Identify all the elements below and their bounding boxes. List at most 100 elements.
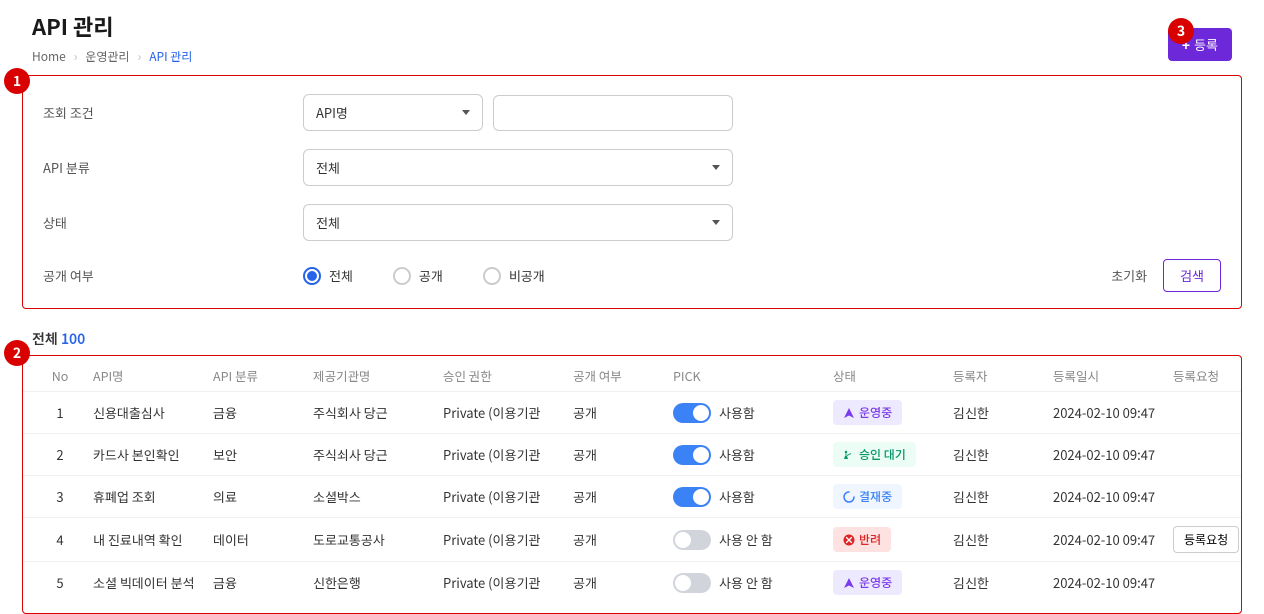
table-row: 5소셜 빅데이터 분석금융신한은행Private (이용기관공개사용 안 함운영… — [23, 561, 1241, 603]
cell-regdate: 2024-02-10 09:47 — [1053, 573, 1173, 592]
label-visibility: 공개 여부 — [43, 266, 303, 285]
condition-input[interactable] — [493, 95, 733, 131]
cell-status: 승인 대기 — [833, 442, 953, 467]
cell-name: 카드사 본인확인 — [93, 445, 213, 464]
cell-regdate: 2024-02-10 09:47 — [1053, 445, 1173, 464]
cell-status: 운영중 — [833, 570, 953, 595]
cell-permission: Private (이용기관 — [443, 487, 573, 506]
radio-icon — [483, 267, 501, 285]
breadcrumb-home[interactable]: Home — [32, 48, 66, 65]
cell-no: 3 — [33, 487, 93, 506]
pick-toggle[interactable] — [673, 573, 711, 593]
cell-regdate: 2024-02-10 09:47 — [1053, 530, 1173, 549]
register-request-button[interactable]: 등록요청 — [1173, 526, 1239, 553]
status-text: 운영중 — [859, 404, 892, 421]
cell-provider: 주식쇠사 당근 — [313, 445, 443, 464]
cell-registrant: 김신한 — [953, 403, 1053, 422]
status-badge: 운영중 — [833, 570, 902, 595]
cell-pick: 사용함 — [673, 403, 833, 423]
cell-category: 금융 — [213, 573, 313, 592]
pick-label: 사용함 — [719, 445, 755, 464]
cell-status: 결재중 — [833, 484, 953, 509]
cell-name: 소셜 빅데이터 분석 — [93, 573, 213, 592]
table-row: 1신용대출심사금융주식회사 당근Private (이용기관공개 사용함 운영중 김신한… — [23, 391, 1241, 433]
status-text: 결재중 — [859, 488, 892, 505]
cell-pick: 사용함 — [673, 487, 833, 507]
cell-name: 신용대출심사 — [93, 403, 213, 422]
cell-category: 보안 — [213, 445, 313, 464]
chevron-right-icon: › — [138, 48, 142, 65]
cell-visibility: 공개 — [573, 445, 673, 464]
table-row: 2카드사 본인확인보안주식쇠사 당근Private (이용기관공개사용함승인 대… — [23, 433, 1241, 475]
condition-select-value: API명 — [316, 103, 348, 122]
callout-1: 1 — [4, 68, 30, 94]
cell-regdate: 2024-02-10 09:47 — [1053, 403, 1173, 422]
pick-label: 사용함 — [719, 487, 755, 506]
radio-icon — [303, 267, 321, 285]
total-count: 전체 100 — [32, 329, 1252, 349]
status-badge: 운영중 — [833, 400, 902, 425]
status-text: 승인 대기 — [859, 446, 906, 463]
callout-3: 3 — [1168, 18, 1194, 44]
pick-toggle[interactable] — [673, 403, 711, 423]
status-badge: 결재중 — [833, 484, 902, 509]
reset-button[interactable]: 초기화 — [1111, 266, 1147, 285]
radio-public[interactable]: 공개 — [393, 266, 443, 285]
cell-permission: Private (이용기관 — [443, 573, 573, 592]
radio-all[interactable]: 전체 — [303, 266, 353, 285]
cell-category: 금융 — [213, 403, 313, 422]
breadcrumb-current: API 관리 — [149, 48, 192, 65]
th-no: No — [33, 366, 93, 385]
table-row: 3휴폐업 조회의료소셜박스Private (이용기관공개사용함결재중김신한202… — [23, 475, 1241, 517]
cell-category: 의료 — [213, 487, 313, 506]
cell-registrant: 김신한 — [953, 573, 1053, 592]
th-provider: 제공기관명 — [313, 366, 443, 385]
chevron-down-icon — [712, 165, 720, 170]
total-label: 전체 — [32, 329, 58, 349]
cell-registrant: 김신한 — [953, 445, 1053, 464]
th-name: API명 — [93, 366, 213, 385]
status-badge: 반려 — [833, 527, 891, 552]
chevron-right-icon: › — [74, 48, 78, 65]
chevron-down-icon — [462, 110, 470, 115]
cell-status: 반려 — [833, 527, 953, 552]
condition-select[interactable]: API명 — [303, 94, 483, 131]
breadcrumb: Home › 운영관리 › API 관리 — [32, 48, 192, 65]
radio-private-label: 비공개 — [509, 266, 545, 285]
pick-label: 사용함 — [719, 403, 755, 422]
cell-pick: 사용함 — [673, 445, 833, 465]
category-select-value: 전체 — [316, 158, 340, 177]
page-title: API 관리 — [32, 10, 192, 42]
cell-permission: Private (이용기관 — [443, 403, 573, 422]
th-registrant: 등록자 — [953, 366, 1053, 385]
pick-label: 사용 안 함 — [719, 573, 773, 592]
cell-visibility: 공개 — [573, 573, 673, 592]
radio-public-label: 공개 — [419, 266, 443, 285]
status-text: 운영중 — [859, 574, 892, 591]
radio-private[interactable]: 비공개 — [483, 266, 545, 285]
cell-name: 내 진료내역 확인 — [93, 530, 213, 549]
th-status: 상태 — [833, 366, 953, 385]
status-select[interactable]: 전체 — [303, 204, 733, 241]
table-row: 4내 진료내역 확인데이터도로교통공사Private (이용기관공개사용 안 함… — [23, 517, 1241, 561]
cell-no: 4 — [33, 530, 93, 549]
radio-all-label: 전체 — [329, 266, 353, 285]
cell-permission: Private (이용기관 — [443, 530, 573, 549]
search-button[interactable]: 검색 — [1163, 259, 1221, 292]
th-regrequest: 등록요청 — [1173, 366, 1264, 385]
cell-regdate: 2024-02-10 09:47 — [1053, 487, 1173, 506]
th-regdate: 등록일시 — [1053, 366, 1173, 385]
cell-pick: 사용 안 함 — [673, 530, 833, 550]
cell-visibility: 공개 — [573, 403, 673, 422]
cell-no: 1 — [33, 403, 93, 422]
breadcrumb-level1[interactable]: 운영관리 — [85, 48, 129, 65]
category-select[interactable]: 전체 — [303, 149, 733, 186]
pick-toggle[interactable] — [673, 487, 711, 507]
cell-provider: 신한은행 — [313, 573, 443, 592]
cell-pick: 사용 안 함 — [673, 573, 833, 593]
pick-toggle[interactable] — [673, 445, 711, 465]
radio-icon — [393, 267, 411, 285]
pick-toggle[interactable] — [673, 530, 711, 550]
status-text: 반려 — [859, 531, 881, 548]
cell-provider: 주식회사 당근 — [313, 403, 443, 422]
